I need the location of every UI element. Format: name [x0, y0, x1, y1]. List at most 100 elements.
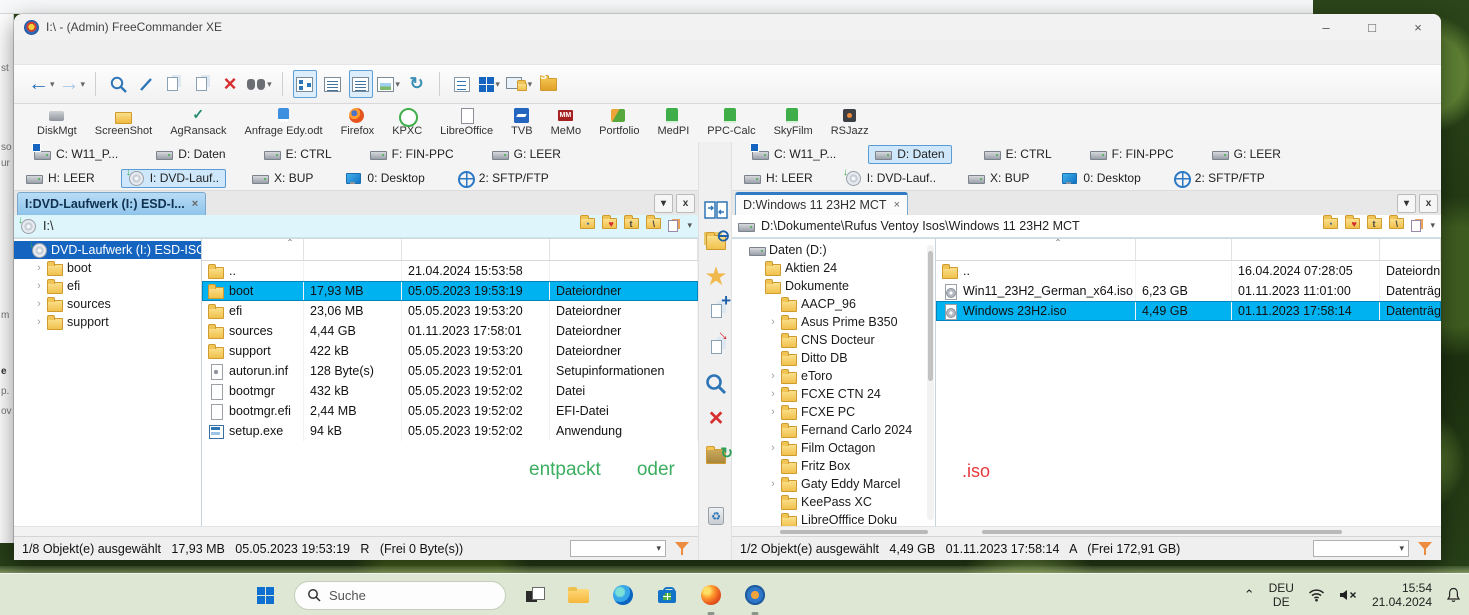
- tree-item[interactable]: › sources: [14, 295, 201, 313]
- table-row[interactable]: .. 16.04.2024 07:28:05 Dateiordner: [936, 261, 1441, 281]
- drive-tab[interactable]: H: LEER: [738, 170, 819, 187]
- wifi-icon[interactable]: [1308, 588, 1325, 602]
- left-path-bar[interactable]: I:\ ◔ ♥ t \ ▾: [14, 215, 698, 238]
- edge-button[interactable]: [608, 580, 638, 610]
- drive-tab[interactable]: I: DVD-Lauf..: [120, 167, 227, 188]
- title-bar[interactable]: I:\ - (Admin) FreeCommander XE – □ ×: [14, 14, 1441, 40]
- tab-list-dropdown[interactable]: ▾: [1397, 194, 1416, 213]
- chevron-right-icon[interactable]: ›: [768, 316, 778, 328]
- language-indicator[interactable]: DEU DE: [1269, 581, 1294, 609]
- folder-root-button[interactable]: \: [646, 215, 663, 232]
- delete-button[interactable]: ×: [218, 70, 242, 98]
- table-row[interactable]: boot 17,93 MB 05.05.2023 19:53:19 Dateio…: [202, 281, 698, 301]
- copy-button[interactable]: +: [162, 70, 186, 98]
- search-files-button[interactable]: [702, 370, 730, 398]
- forward-button[interactable]: → ▾: [59, 70, 86, 98]
- tree-item[interactable]: › FCXE CTN 24: [732, 385, 935, 403]
- drive-tab[interactable]: 0: Desktop: [339, 170, 430, 187]
- find-files-button[interactable]: ▾: [246, 70, 272, 98]
- menu-item[interactable]: [64, 50, 84, 54]
- delete-button[interactable]: ×: [702, 404, 730, 432]
- copy-files-button[interactable]: +: [702, 291, 731, 325]
- favorite-folders-button[interactable]: ♥: [1345, 215, 1362, 232]
- column-header[interactable]: [550, 239, 698, 260]
- tab-list-dropdown[interactable]: ▾: [654, 194, 673, 213]
- table-row[interactable]: sources 4,44 GB 01.11.2023 17:58:01 Date…: [202, 321, 698, 341]
- drive-tab[interactable]: 2: SFTP/FTP: [1167, 170, 1271, 188]
- firefox-button[interactable]: [696, 580, 726, 615]
- tree-item[interactable]: › Daten (D:): [732, 241, 935, 259]
- drive-tab[interactable]: G: LEER: [486, 146, 567, 163]
- favorite-folders-button[interactable]: ♥: [602, 215, 619, 232]
- path-dropdown-icon[interactable]: ▾: [687, 220, 692, 231]
- shortcut-button[interactable]: Anfrage Edy.odt: [235, 107, 331, 137]
- volume-muted-icon[interactable]: [1339, 588, 1358, 602]
- drive-tab[interactable]: G: LEER: [1206, 146, 1287, 163]
- tree-item[interactable]: › Asus Prime B350: [732, 313, 935, 331]
- column-header[interactable]: [936, 239, 1136, 260]
- maximize-button[interactable]: □: [1349, 14, 1395, 40]
- swap-panels-button[interactable]: ↻: [405, 70, 429, 98]
- left-horizontal-scrollbar[interactable]: [14, 526, 698, 536]
- screen-folder-button[interactable]: ▾: [505, 70, 532, 98]
- taskbar-search[interactable]: Suche: [294, 580, 506, 610]
- shortcut-button[interactable]: KPXC: [383, 107, 431, 137]
- swap-panes-button[interactable]: [702, 196, 730, 224]
- favorites-button[interactable]: ★: [702, 262, 730, 290]
- scrollbar-thumb[interactable]: [982, 530, 1342, 534]
- drive-tab[interactable]: 2: SFTP/FTP: [451, 170, 555, 188]
- chevron-right-icon[interactable]: ›: [768, 388, 778, 400]
- filter-funnel-icon[interactable]: [1418, 542, 1432, 555]
- search-button[interactable]: [106, 70, 130, 98]
- close-pane-button[interactable]: x: [676, 194, 695, 213]
- tree-item[interactable]: › LibreOfffice Doku: [732, 511, 935, 526]
- tree-item[interactable]: › AACP_96: [732, 295, 935, 313]
- tree-item[interactable]: › Dokumente: [732, 277, 935, 295]
- details-view-button[interactable]: [348, 70, 373, 98]
- filter-combobox[interactable]: ▾: [1313, 540, 1409, 557]
- selection-button[interactable]: [450, 70, 474, 98]
- move-files-button[interactable]: →: [702, 323, 736, 361]
- chevron-right-icon[interactable]: ›: [768, 478, 778, 490]
- copy-path-button[interactable]: [1411, 218, 1425, 232]
- chevron-right-icon[interactable]: ›: [34, 280, 44, 292]
- edit-button[interactable]: [134, 70, 158, 98]
- table-row[interactable]: bootmgr 432 kB 05.05.2023 19:52:02 Datei: [202, 381, 698, 401]
- shortcut-button[interactable]: LibreOffice: [431, 107, 502, 137]
- close-tab-icon[interactable]: ×: [894, 199, 900, 211]
- folder-tab[interactable]: D:Windows 11 23H2 MCT ×: [735, 192, 908, 215]
- drive-tab[interactable]: D: Daten: [868, 144, 952, 164]
- table-row[interactable]: Win11_23H2_German_x64.iso 6,23 GB 01.11.…: [936, 281, 1441, 301]
- column-header[interactable]: [304, 239, 402, 260]
- tree-item[interactable]: › eToro: [732, 367, 935, 385]
- close-button[interactable]: ×: [1395, 14, 1441, 40]
- menu-item[interactable]: [24, 50, 44, 54]
- drive-tab[interactable]: D: Daten: [150, 146, 231, 163]
- shortcut-button[interactable]: RSJazz: [822, 107, 878, 137]
- task-view-button[interactable]: [520, 580, 550, 610]
- drive-tab[interactable]: 0: Desktop: [1055, 170, 1146, 187]
- collapse-folders-button[interactable]: ⊖: [702, 228, 730, 256]
- tree-item[interactable]: › Gaty Eddy Marcel: [732, 475, 935, 493]
- tree-item[interactable]: › support: [14, 313, 201, 331]
- tree-item[interactable]: › Aktien 24: [732, 259, 935, 277]
- shortcut-button[interactable]: PPC-Calc: [698, 107, 764, 137]
- folder-up-button[interactable]: t: [1367, 215, 1384, 232]
- tree-item[interactable]: › Film Octagon: [732, 439, 935, 457]
- store-button[interactable]: [652, 580, 682, 610]
- paste-button[interactable]: x: [190, 70, 214, 98]
- column-header[interactable]: [1232, 239, 1380, 260]
- drive-tab[interactable]: E: CTRL: [978, 146, 1058, 163]
- right-horizontal-scrollbar[interactable]: [732, 526, 1441, 536]
- tree-view-button[interactable]: [292, 70, 317, 98]
- table-row[interactable]: bootmgr.efi 2,44 MB 05.05.2023 19:52:02 …: [202, 401, 698, 421]
- copy-path-button[interactable]: [668, 218, 682, 232]
- tree-item[interactable]: › Fernand Carlo 2024: [732, 421, 935, 439]
- drive-tab[interactable]: E: CTRL: [258, 146, 338, 163]
- close-tab-icon[interactable]: ×: [192, 198, 198, 210]
- tree-item[interactable]: › FCXE PC: [732, 403, 935, 421]
- drive-tab[interactable]: H: LEER: [20, 170, 101, 187]
- thumbnail-view-button[interactable]: ▾: [377, 70, 401, 98]
- table-row[interactable]: .. 21.04.2024 15:53:58: [202, 261, 698, 281]
- chevron-right-icon[interactable]: ›: [34, 298, 44, 310]
